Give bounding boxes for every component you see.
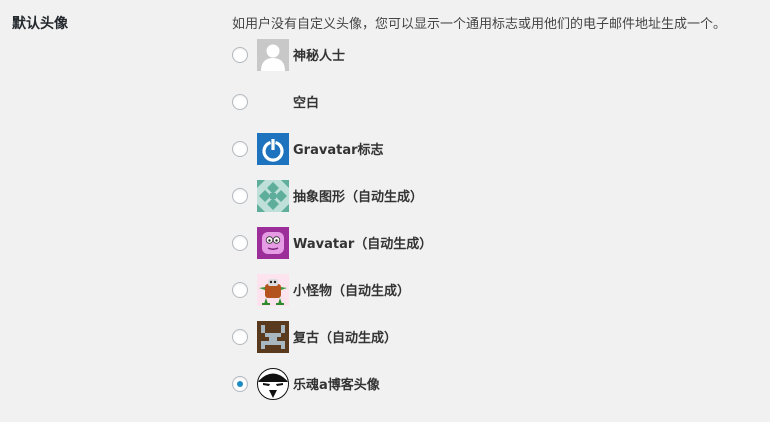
avatar-options-list: 神秘人士 空白 Gravatar标志 抽象图形（自动生成） Wavatar（自动… — [232, 31, 762, 407]
option-label: 抽象图形（自动生成） — [293, 190, 424, 205]
option-label: 小怪物（自动生成） — [293, 284, 411, 299]
blank-icon — [257, 86, 289, 118]
radio-retro[interactable] — [232, 328, 248, 345]
wavatar-icon — [257, 226, 289, 259]
avatar-option-retro[interactable]: 复古（自动生成） — [232, 313, 762, 360]
identicon-icon — [257, 179, 289, 212]
avatar-option-identicon[interactable]: 抽象图形（自动生成） — [232, 172, 762, 219]
default-avatar-description: 如用户没有自定义头像，您可以显示一个通用标志或用他们的电子邮件地址生成一个。 — [232, 17, 727, 32]
radio-gravatar[interactable] — [232, 140, 248, 157]
monsterid-icon — [257, 273, 289, 306]
option-label: Gravatar标志 — [293, 143, 384, 158]
mystery-person-icon — [257, 38, 289, 71]
retro-icon — [257, 320, 289, 353]
radio-custom[interactable] — [232, 375, 248, 392]
option-label: 空白 — [293, 96, 320, 111]
avatar-option-wavatar[interactable]: Wavatar（自动生成） — [232, 219, 762, 266]
radio-blank[interactable] — [232, 93, 248, 110]
radio-identicon[interactable] — [232, 187, 248, 204]
option-label: 神秘人士 — [293, 49, 346, 64]
option-label: 复古（自动生成） — [293, 331, 398, 346]
option-label: 乐魂a博客头像 — [293, 378, 380, 393]
custom-blog-avatar-icon — [257, 367, 289, 400]
gravatar-logo-icon — [257, 132, 289, 165]
avatar-option-monsterid[interactable]: 小怪物（自动生成） — [232, 266, 762, 313]
radio-monsterid[interactable] — [232, 281, 248, 298]
avatar-option-custom[interactable]: 乐魂a博客头像 — [232, 360, 762, 407]
default-avatar-label: 默认头像 — [12, 16, 68, 32]
option-label: Wavatar（自动生成） — [293, 237, 433, 252]
avatar-option-gravatar[interactable]: Gravatar标志 — [232, 125, 762, 172]
avatar-option-blank[interactable]: 空白 — [232, 78, 762, 125]
avatar-option-mystery[interactable]: 神秘人士 — [232, 31, 762, 78]
radio-wavatar[interactable] — [232, 234, 248, 251]
radio-mystery[interactable] — [232, 46, 248, 63]
